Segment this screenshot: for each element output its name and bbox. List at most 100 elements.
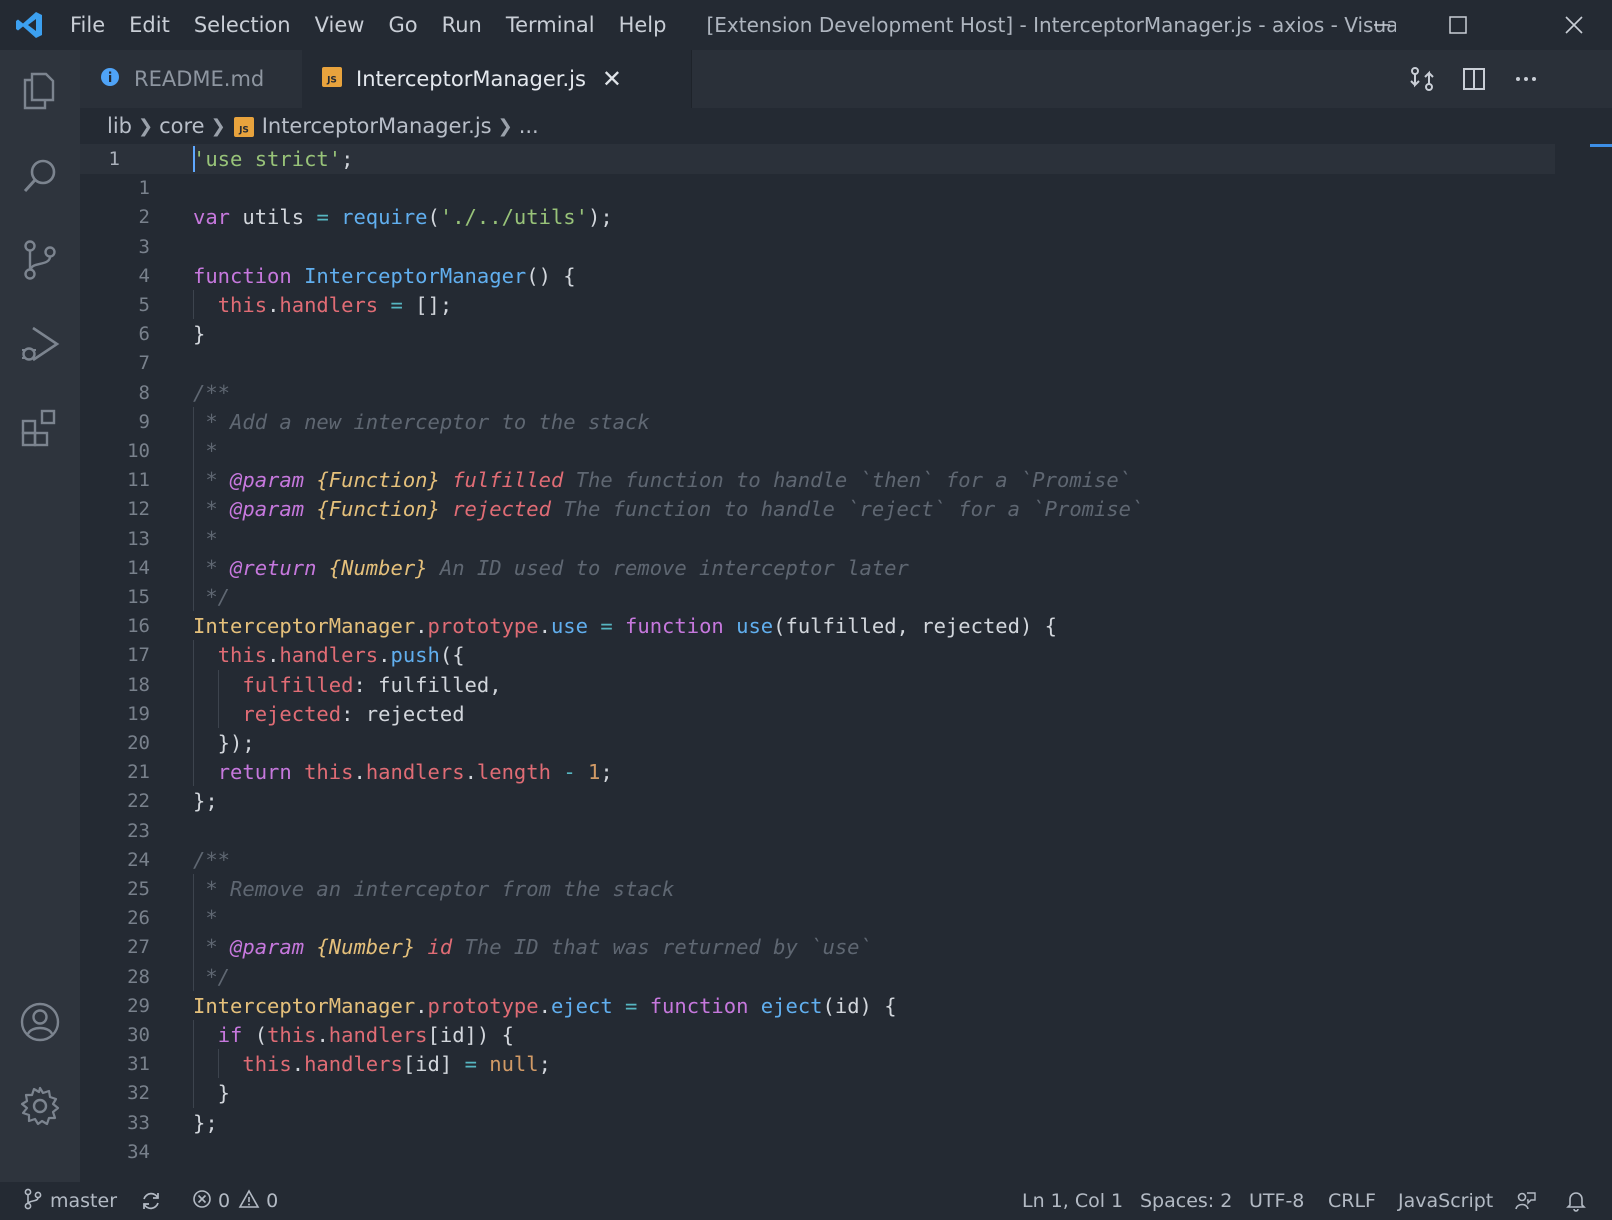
code-token: @param [230, 468, 305, 493]
line-number: 1 [138, 177, 150, 200]
line-number: 17 [127, 644, 150, 667]
code-line: this.handlers[id] = null; [193, 1049, 551, 1079]
indent-guide [193, 406, 194, 612]
account-icon[interactable] [0, 982, 80, 1062]
code-token: * Add a new interceptor to the stack [193, 409, 650, 434]
code-token: ; [341, 147, 354, 171]
scrollbar-position-marker[interactable] [1590, 144, 1612, 147]
source-control-icon[interactable] [0, 220, 80, 300]
menu-help[interactable]: Help [607, 0, 679, 50]
menu-terminal[interactable]: Terminal [494, 0, 607, 50]
code-token: prototype [427, 993, 539, 1018]
code-area[interactable]: 'use strict'; var utils = require('./../u… [193, 144, 1573, 1182]
code-token: rejected [242, 701, 342, 726]
menu-run[interactable]: Run [430, 0, 494, 50]
code-token: . [267, 293, 280, 317]
code-token: this [304, 760, 354, 785]
encoding-status[interactable]: UTF-8 [1249, 1182, 1304, 1220]
code-token: = [316, 205, 329, 230]
indent-guide [193, 874, 194, 991]
breadcrumb: lib ❯ core ❯ JS InterceptorManager.js ❯ … [80, 108, 1612, 144]
code-token: @param [230, 935, 305, 960]
settings-gear-icon[interactable] [0, 1066, 80, 1146]
explorer-icon[interactable] [0, 50, 80, 130]
search-icon[interactable] [0, 136, 80, 216]
breadcrumb-item-core[interactable]: core [159, 114, 205, 138]
run-debug-icon[interactable] [0, 304, 80, 384]
code-token: - [563, 760, 576, 785]
extensions-icon[interactable] [0, 388, 80, 468]
menu-selection[interactable]: Selection [182, 0, 303, 50]
feedback-icon[interactable] [1514, 1182, 1536, 1220]
git-branch-icon [24, 1188, 42, 1215]
menu-bar: File Edit Selection View Go Run Terminal Help [58, 0, 678, 50]
indent-guide [193, 290, 194, 320]
notifications-bell-icon[interactable] [1566, 1182, 1586, 1220]
open-changes-icon[interactable] [1396, 50, 1448, 108]
code-token: /** [193, 380, 231, 405]
code-line: */ [193, 582, 230, 612]
menu-view[interactable]: View [303, 0, 377, 50]
cursor-position[interactable]: Ln 1, Col 1 [1022, 1182, 1123, 1220]
line-number: 20 [127, 732, 150, 754]
maximize-button[interactable] [1420, 0, 1496, 50]
tab-readme[interactable]: README.md [80, 50, 302, 108]
menu-edit[interactable]: Edit [117, 0, 182, 50]
code-token: fulfilled [242, 672, 354, 697]
indentation-status[interactable]: Spaces: 2 [1140, 1182, 1232, 1220]
code-line: * Remove an interceptor from the stack [193, 874, 674, 904]
chevron-right-icon: ❯ [210, 115, 226, 137]
problems-status[interactable]: 0 0 [192, 1182, 278, 1220]
code-token: @param [230, 497, 305, 522]
code-token: handlers [304, 1052, 403, 1077]
code-token: eject [550, 993, 613, 1018]
code-token: push [390, 643, 440, 668]
minimize-button[interactable] [1344, 0, 1420, 50]
tab-interceptor-manager[interactable]: JS InterceptorManager.js ✕ [302, 50, 692, 108]
code-token: . [464, 760, 477, 785]
code-token: id [427, 935, 453, 960]
menu-file[interactable]: File [58, 0, 117, 50]
code-token: utils [230, 205, 317, 230]
code-token: []; [402, 293, 453, 317]
close-window-button[interactable] [1536, 0, 1612, 50]
menu-go[interactable]: Go [376, 0, 429, 50]
code-token: {Function} [316, 497, 440, 522]
split-editor-icon[interactable] [1448, 50, 1500, 108]
line-number: 27 [127, 936, 150, 959]
code-token: (id) { [822, 993, 897, 1018]
code-token: fulfilled, [365, 672, 502, 697]
branch-status[interactable]: master [24, 1182, 117, 1220]
breadcrumb-item-file[interactable]: InterceptorManager.js [262, 114, 492, 138]
code-token: function [193, 263, 292, 288]
code-token: = [390, 293, 403, 317]
code-token: * [193, 526, 218, 551]
code-token: handlers [328, 1023, 428, 1047]
eol-status[interactable]: CRLF [1328, 1182, 1376, 1220]
code-token: * Remove an interceptor from the stack [193, 877, 675, 901]
code-line: } [193, 1078, 230, 1108]
close-tab-icon[interactable]: ✕ [602, 65, 622, 93]
code-editor[interactable]: 1 1 2 3 4 5 6 7 8 9 10 11 12 13 14 15 16 17 18 19 20 21 22 23 24… [80, 144, 1612, 1182]
more-actions-icon[interactable] [1500, 50, 1552, 108]
sync-icon[interactable] [140, 1182, 162, 1220]
language-mode[interactable]: JavaScript [1398, 1182, 1493, 1220]
code-token: * [193, 468, 231, 493]
breadcrumb-item-lib[interactable]: lib [107, 114, 132, 138]
code-line: * @param {Number} id The ID that was ret… [193, 932, 872, 962]
indent-guide [193, 1020, 194, 1108]
code-token: handlers [365, 760, 465, 785]
code-line: * [193, 903, 217, 933]
line-number: 4 [138, 264, 150, 287]
line-number: 26 [127, 907, 150, 930]
breadcrumb-item-symbols[interactable]: ... [519, 114, 539, 138]
code-line: InterceptorManager.prototype.use = funct… [193, 611, 1057, 641]
